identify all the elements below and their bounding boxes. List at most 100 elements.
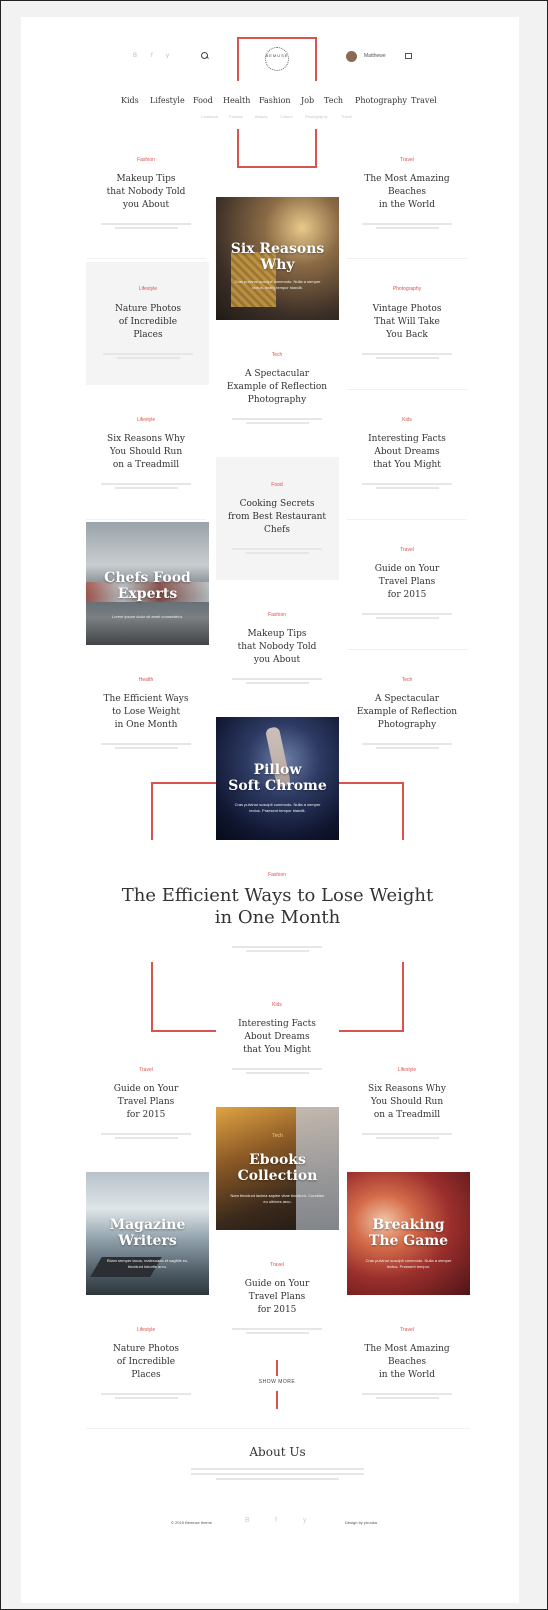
post-title[interactable]: Guide on Your Travel Plans for 2015 [86, 1083, 206, 1122]
show-more-line-top [276, 1360, 278, 1376]
post-title[interactable]: Makeup Tips that Nobody Told you About [86, 173, 206, 212]
post-title[interactable]: The Efficient Ways to Lose Weight in One… [86, 693, 206, 732]
divider [86, 1428, 470, 1429]
post-title[interactable]: Interesting Facts About Dreams that You … [347, 433, 467, 472]
nav-fashion[interactable]: Fashion [259, 96, 291, 105]
subnav-fashion[interactable]: Fashion [229, 114, 243, 119]
post-category[interactable]: Tech [217, 352, 337, 358]
image-card-six-reasons[interactable]: Six Reasons Why Cras pulvinar suscipit c… [216, 197, 339, 320]
user-name[interactable]: Matthewe [364, 53, 386, 59]
footer-credit[interactable]: Design by pirouka [345, 1520, 377, 1525]
post-category[interactable]: Travel [347, 1327, 467, 1333]
featured-frame-bottom-right [339, 1030, 404, 1032]
post-title[interactable]: Nature Photos of Incredible Places [88, 303, 208, 342]
post-category[interactable]: Fashion [217, 612, 337, 618]
post-excerpt [101, 481, 191, 491]
post-category[interactable]: Health [86, 677, 206, 683]
post-title[interactable]: Makeup Tips that Nobody Told you About [217, 628, 337, 667]
image-card-pillow[interactable]: Pillow Soft Chrome Cras pulvinar suscipi… [216, 717, 339, 840]
card-title: Six Reasons Why [230, 241, 325, 273]
post-title[interactable]: The Most Amazing Beaches in the World [347, 1343, 467, 1382]
post-title[interactable]: Six Reasons Why You Should Run on a Trea… [86, 433, 206, 472]
post-title[interactable]: Guide on Your Travel Plans for 2015 [347, 563, 467, 602]
post-title[interactable]: A Spectacular Example of Reflection Phot… [217, 368, 337, 407]
post-category[interactable]: Lifestyle [88, 286, 208, 292]
footer-copyright: © 2015 Bemuse theme [171, 1520, 212, 1525]
image-card-magazine[interactable]: Magazine Writers Etiam semper lacus, mal… [86, 1172, 209, 1295]
nav-kids[interactable]: Kids [121, 96, 139, 105]
post-category[interactable]: Lifestyle [347, 1067, 467, 1073]
post-category[interactable]: Kids [217, 1002, 337, 1008]
logo-text: BEMUSE [265, 53, 289, 58]
post-excerpt [362, 351, 452, 361]
post-category[interactable]: Food [217, 482, 337, 488]
post-title[interactable]: Interesting Facts About Dreams that You … [217, 1018, 337, 1057]
post-title[interactable]: A Spectacular Example of Reflection Phot… [347, 693, 467, 732]
post-title[interactable]: Guide on Your Travel Plans for 2015 [217, 1278, 337, 1317]
subnav-travel[interactable]: Travel [341, 114, 352, 119]
page: B f y BEMUSE Matthewe Kids Lifestyle Foo… [21, 17, 519, 1603]
subnav-beauty[interactable]: Beauty [255, 114, 267, 119]
card-category[interactable]: Tech [216, 1133, 339, 1139]
post-category[interactable]: Lifestyle [86, 1327, 206, 1333]
logo-frame-right-lower [315, 129, 317, 167]
nav-job[interactable]: Job [301, 96, 314, 105]
post-title[interactable]: Vintage Photos That Will Take You Back [347, 303, 467, 342]
post-title[interactable]: Cooking Secrets from Best Restaurant Che… [217, 498, 337, 537]
card-subtitle: Etiam semper lacus, malesuada et sagitti… [106, 1258, 189, 1269]
show-more-line-bottom [276, 1391, 278, 1409]
post-category[interactable]: Lifestyle [86, 417, 206, 423]
card-subtitle: Lorem ipsum dolor sit amet consectetur. [112, 614, 183, 619]
divider [347, 258, 467, 259]
nav-photography[interactable]: Photography [355, 96, 407, 105]
site-logo[interactable] [265, 47, 289, 71]
post-title[interactable]: The Most Amazing Beaches in the World [347, 173, 467, 212]
browser-frame: B f y BEMUSE Matthewe Kids Lifestyle Foo… [0, 0, 548, 1610]
post-excerpt [101, 221, 191, 231]
card-title: Pillow Soft Chrome [228, 762, 327, 794]
post-excerpt [103, 351, 193, 361]
subnav-photography[interactable]: Photography [305, 114, 328, 119]
post-title[interactable]: Six Reasons Why You Should Run on a Trea… [347, 1083, 467, 1122]
featured-frame-left-top [151, 782, 153, 840]
post-excerpt [232, 1066, 322, 1076]
image-card-ebooks[interactable]: Tech Ebooks Collection Nam tincidunt lac… [216, 1107, 339, 1230]
post-category[interactable]: Travel [347, 157, 467, 163]
menu-icon[interactable] [405, 53, 412, 59]
image-card-breaking[interactable]: Breaking The Game Cras pulvinar suscipit… [347, 1172, 470, 1295]
footer-blogger-icon[interactable]: B [245, 1517, 250, 1524]
divider [86, 258, 206, 259]
post-category[interactable]: Tech [347, 677, 467, 683]
featured-title[interactable]: The Efficient Ways to Lose Weight in One… [91, 885, 464, 929]
post-category[interactable]: Travel [217, 1262, 337, 1268]
nav-health[interactable]: Health [223, 96, 250, 105]
avatar[interactable] [346, 51, 357, 62]
post-title[interactable]: Nature Photos of Incredible Places [86, 1343, 206, 1382]
nav-lifestyle[interactable]: Lifestyle [150, 96, 185, 105]
divider [86, 519, 206, 520]
nav-travel[interactable]: Travel [411, 96, 437, 105]
nav-tech[interactable]: Tech [324, 96, 343, 105]
subnav-lookbook[interactable]: Lookbook [201, 114, 218, 119]
post-category[interactable]: Kids [347, 417, 467, 423]
social-facebook-icon[interactable]: f [151, 53, 153, 59]
logo-frame-left [237, 37, 239, 81]
featured-category[interactable]: Fashion [217, 872, 337, 878]
social-twitter-icon[interactable]: y [166, 53, 169, 59]
featured-frame-bottom-left [151, 1030, 216, 1032]
post-category[interactable]: Travel [347, 547, 467, 553]
footer-twitter-icon[interactable]: y [303, 1517, 307, 1524]
featured-excerpt [232, 944, 322, 954]
post-category[interactable]: Travel [86, 1067, 206, 1073]
nav-food[interactable]: Food [193, 96, 213, 105]
card-title: Chefs Food Experts [104, 570, 191, 602]
social-blogger-icon[interactable]: B [133, 53, 137, 59]
subnav-culture[interactable]: Culture [280, 114, 293, 119]
divider [347, 519, 467, 520]
show-more-button[interactable]: SHOW MORE [237, 1379, 317, 1385]
image-card-chefs-food[interactable]: Chefs Food Experts Lorem ipsum dolor sit… [86, 522, 209, 645]
footer-facebook-icon[interactable]: f [275, 1517, 277, 1524]
post-category[interactable]: Photography [347, 286, 467, 292]
post-category[interactable]: Fashion [86, 157, 206, 163]
post-excerpt [101, 741, 191, 751]
